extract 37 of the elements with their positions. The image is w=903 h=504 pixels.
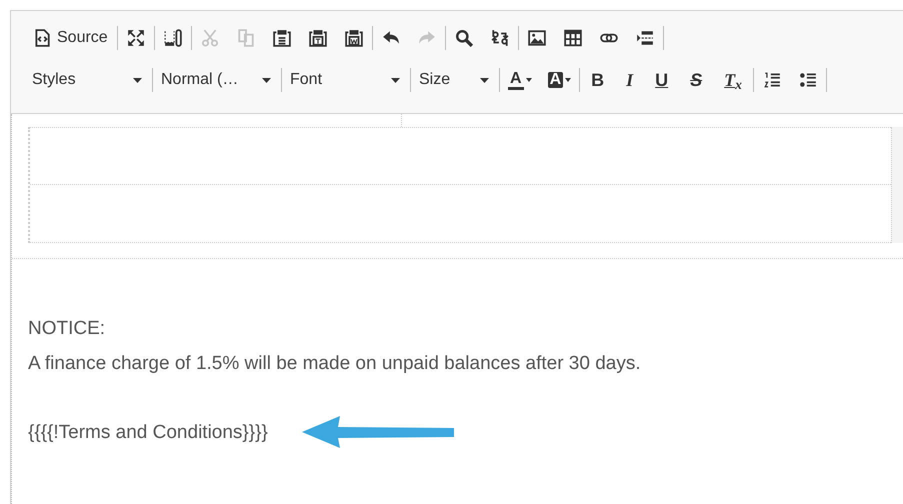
image-icon <box>528 29 546 47</box>
page-break-icon <box>636 29 654 47</box>
search-icon <box>454 29 473 47</box>
merge-field: {{{{!Terms and Conditions}}}} <box>28 414 268 450</box>
dropdown[interactable]: Styles <box>28 66 148 94</box>
dropdown[interactable]: Font <box>286 66 406 94</box>
expand-arrows-icon <box>126 29 145 47</box>
numbered-list-icon <box>762 71 781 89</box>
source-button[interactable]: Source <box>28 24 113 52</box>
bullet-list-icon <box>798 71 817 89</box>
clipboard-icon <box>308 29 327 47</box>
notice-text: A finance charge of 1.5% will be made on unpaid balances after 30 days. <box>28 352 641 376</box>
caret-icon <box>526 78 532 82</box>
strikethrough-button[interactable]: S <box>683 66 710 94</box>
remove-format-button[interactable]: T$_{x}$ <box>717 66 749 94</box>
dropdown[interactable]: Normal (… <box>157 66 277 94</box>
italic-button[interactable]: I <box>619 66 640 94</box>
blocks-icon <box>164 29 182 47</box>
table-icon <box>564 29 582 47</box>
text-color-button[interactable]: A <box>504 66 536 94</box>
bold-button[interactable]: B <box>584 66 612 94</box>
swap-arrows-icon <box>490 29 509 47</box>
arrow-icon <box>300 414 456 450</box>
caret-icon <box>565 78 572 82</box>
clipboard-icon <box>344 29 363 47</box>
caret-icon <box>391 78 400 82</box>
background-color-button[interactable]: A <box>544 66 576 94</box>
code-document-icon <box>33 29 51 47</box>
caret-icon <box>133 78 142 82</box>
clipboard-icon <box>272 29 291 47</box>
dropdown[interactable]: Size <box>415 66 495 94</box>
scissors-icon <box>200 29 219 47</box>
underline-button[interactable]: U <box>648 66 676 94</box>
copy-icon <box>236 29 255 47</box>
caret-icon <box>480 78 489 82</box>
caret-icon <box>262 78 271 82</box>
notice-heading: NOTICE: <box>28 317 106 341</box>
